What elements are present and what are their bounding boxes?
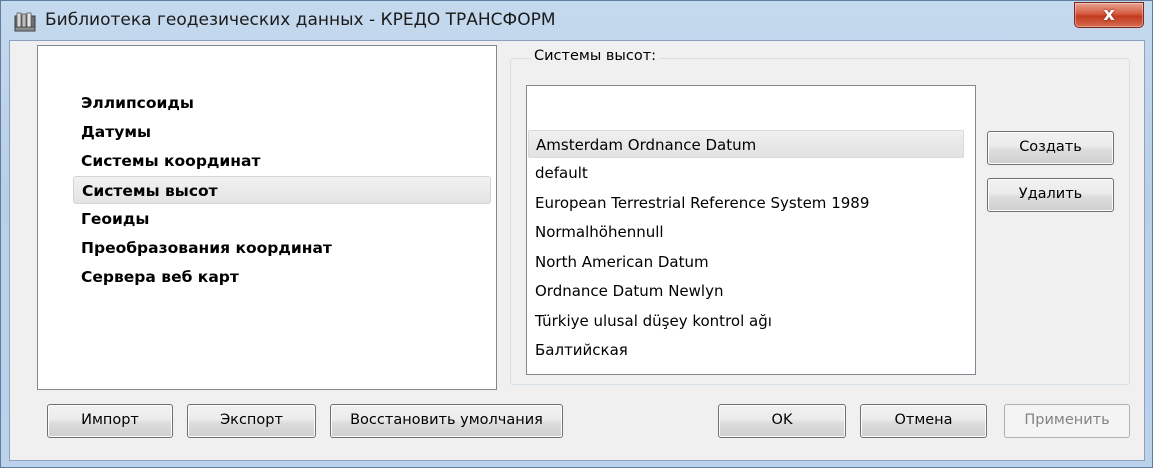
nav-item-geoids[interactable]: Геоиды xyxy=(81,205,149,233)
list-item[interactable]: Балтийская xyxy=(535,336,628,364)
list-item[interactable]: Normalhöhennull xyxy=(535,218,664,246)
library-icon xyxy=(14,12,36,32)
window-title: Библиотека геодезических данных - КРЕДО … xyxy=(45,10,556,30)
restore-defaults-button[interactable]: Восстановить умолчания xyxy=(330,404,563,438)
list-item[interactable]: Amsterdam Ordnance Datum xyxy=(528,130,964,158)
close-button[interactable]: x xyxy=(1074,2,1144,28)
nav-item-ellipsoids[interactable]: Эллипсоиды xyxy=(81,89,194,117)
nav-item-datums[interactable]: Датумы xyxy=(81,118,151,146)
height-systems-list[interactable]: Amsterdam Ordnance Datum default Europea… xyxy=(526,85,976,375)
cancel-button[interactable]: Отмена xyxy=(860,404,987,438)
delete-button[interactable]: Удалить xyxy=(987,178,1114,212)
close-icon: x xyxy=(1103,4,1115,25)
height-systems-group-label: Системы высот: xyxy=(531,48,660,64)
nav-item-coordinate-systems[interactable]: Системы координат xyxy=(81,147,260,175)
list-item[interactable]: Ordnance Datum Newlyn xyxy=(535,277,723,305)
list-item[interactable]: European Terrestrial Reference System 19… xyxy=(535,189,869,217)
create-button[interactable]: Создать xyxy=(987,131,1114,165)
ok-button[interactable]: OK xyxy=(718,404,846,438)
export-button[interactable]: Экспорт xyxy=(187,404,316,438)
title-bar[interactable]: Библиотека геодезических данных - КРЕДО … xyxy=(1,1,1152,41)
list-item[interactable]: Türkiye ulusal düşey kontrol ağı xyxy=(535,307,772,335)
import-button[interactable]: Импорт xyxy=(47,404,173,438)
nav-item-coordinate-transformations[interactable]: Преобразования координат xyxy=(81,234,332,262)
list-item[interactable]: default xyxy=(535,159,588,187)
nav-item-height-systems[interactable]: Системы высот xyxy=(73,176,491,204)
list-item[interactable]: North American Datum xyxy=(535,248,709,276)
nav-item-web-map-servers[interactable]: Сервера веб карт xyxy=(81,263,239,291)
category-list[interactable]: Эллипсоиды Датумы Системы координат Сист… xyxy=(37,45,497,390)
apply-button: Применить xyxy=(1004,404,1130,438)
